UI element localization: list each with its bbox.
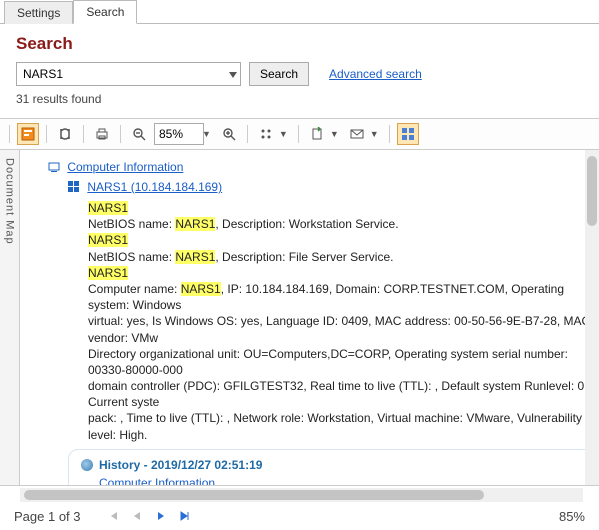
history-icon bbox=[81, 459, 93, 471]
results-pane: Computer Information NARS1 (10.184.184.1… bbox=[20, 150, 599, 485]
separator bbox=[298, 125, 299, 143]
page-indicator: Page 1 of 3 bbox=[14, 509, 81, 524]
separator bbox=[120, 125, 121, 143]
vertical-scrollbar[interactable] bbox=[585, 150, 599, 485]
zoom-select[interactable] bbox=[154, 123, 204, 145]
prev-page-button[interactable] bbox=[129, 508, 145, 524]
find-button[interactable] bbox=[54, 123, 76, 145]
search-header: Search Search Advanced search 31 results… bbox=[0, 24, 599, 112]
node-link[interactable]: NARS1 (10.184.184.169) bbox=[87, 180, 222, 194]
status-bar: Page 1 of 3 85% bbox=[0, 502, 599, 530]
history-link[interactable]: Computer Information bbox=[99, 476, 215, 485]
history-card: History - 2019/12/27 02:51:19 Computer I… bbox=[68, 449, 593, 485]
tab-bar: Settings Search bbox=[0, 0, 599, 24]
print-button[interactable] bbox=[91, 123, 113, 145]
windows-icon bbox=[68, 181, 80, 193]
highlight: NARS1 bbox=[88, 201, 128, 215]
view-mode-button[interactable] bbox=[255, 123, 277, 145]
separator bbox=[83, 125, 84, 143]
advanced-search-link[interactable]: Advanced search bbox=[329, 67, 422, 81]
chevron-down-icon[interactable]: ▼ bbox=[370, 129, 382, 139]
results-count: 31 results found bbox=[16, 92, 583, 106]
page-title: Search bbox=[16, 34, 583, 54]
layout-grid-button[interactable] bbox=[397, 123, 419, 145]
last-page-button[interactable] bbox=[177, 508, 193, 524]
document-map-button[interactable] bbox=[17, 123, 39, 145]
computer-icon bbox=[48, 161, 60, 173]
section-link-computer-info[interactable]: Computer Information bbox=[67, 160, 183, 174]
chevron-down-icon[interactable]: ▼ bbox=[202, 129, 214, 139]
search-input[interactable] bbox=[16, 62, 241, 86]
first-page-button[interactable] bbox=[105, 508, 121, 524]
export-button[interactable] bbox=[306, 123, 328, 145]
search-button[interactable]: Search bbox=[249, 62, 309, 86]
tab-search[interactable]: Search bbox=[73, 0, 137, 24]
separator bbox=[389, 125, 390, 143]
chevron-down-icon[interactable]: ▼ bbox=[330, 129, 342, 139]
document-map-panel[interactable]: Document Map bbox=[0, 150, 20, 485]
separator bbox=[247, 125, 248, 143]
separator bbox=[9, 125, 10, 143]
zoom-level: 85% bbox=[559, 509, 585, 524]
separator bbox=[46, 125, 47, 143]
chevron-down-icon[interactable]: ▼ bbox=[279, 129, 291, 139]
zoom-in-button[interactable] bbox=[218, 123, 240, 145]
tab-settings[interactable]: Settings bbox=[4, 1, 73, 24]
email-button[interactable] bbox=[346, 123, 368, 145]
next-page-button[interactable] bbox=[153, 508, 169, 524]
horizontal-scrollbar[interactable] bbox=[20, 488, 583, 502]
zoom-out-button[interactable] bbox=[128, 123, 150, 145]
toolbar: ▼ ▼ ▼ ▼ bbox=[0, 118, 599, 150]
history-title: History - 2019/12/27 02:51:19 bbox=[99, 458, 262, 472]
